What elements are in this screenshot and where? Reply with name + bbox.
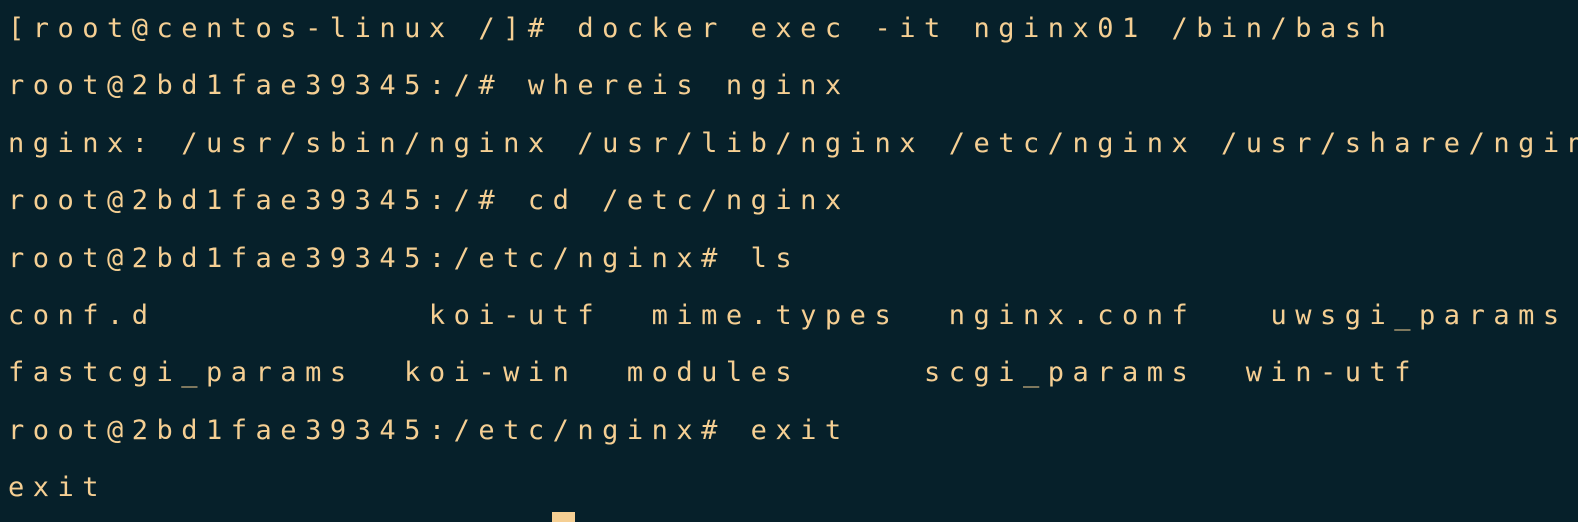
terminal-line: [root@centos-linux /]# docker exec -it n… (8, 13, 1395, 44)
terminal-line: conf.d koi-utf mime.types nginx.conf uws… (8, 299, 1568, 331)
terminal-line: fastcgi_params koi-win modules scgi_para… (8, 357, 1420, 389)
terminal-line: root@2bd1fae39345:/etc/nginx# ls (8, 242, 801, 274)
terminal-window[interactable]: [root@centos-linux /]# docker exec -it n… (0, 0, 1578, 522)
terminal-line: root@2bd1fae39345:/etc/nginx# exit (8, 414, 850, 446)
terminal-line: root@2bd1fae39345:/# whereis nginx (8, 70, 850, 102)
terminal-output: [root@centos-linux /]# docker exec -it n… (8, 0, 1578, 517)
text-cursor (552, 512, 575, 522)
terminal-line: exit (8, 472, 108, 504)
terminal-line: nginx: /usr/sbin/nginx /usr/lib/nginx /e… (8, 127, 1578, 159)
terminal-line: root@2bd1fae39345:/# cd /etc/nginx (8, 185, 850, 217)
